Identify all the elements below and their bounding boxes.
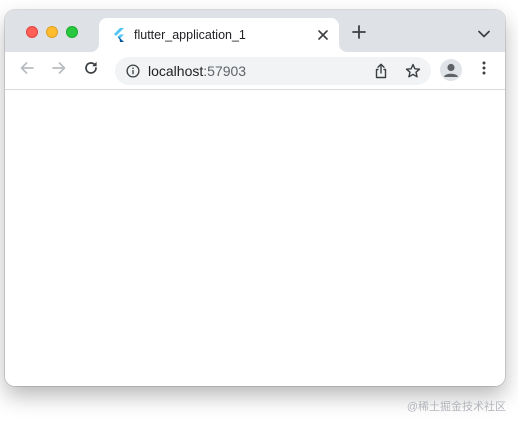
- window-minimize-button[interactable]: [46, 26, 58, 38]
- browser-toolbar: localhost:57903: [5, 52, 505, 90]
- star-icon[interactable]: [405, 63, 421, 79]
- tab-active[interactable]: flutter_application_1: [99, 18, 339, 52]
- address-bar[interactable]: localhost:57903: [115, 57, 431, 85]
- forward-button[interactable]: [49, 60, 69, 80]
- browser-menu-button[interactable]: [474, 60, 494, 80]
- chevron-down-icon: [478, 25, 490, 43]
- info-icon[interactable]: [126, 64, 140, 78]
- browser-window: flutter_application_1 localhost:57903: [5, 10, 505, 386]
- watermark: @稀土掘金技术社区: [406, 401, 506, 413]
- screenshot-stage: flutter_application_1 localhost:57903 @稀…: [0, 0, 518, 424]
- window-maximize-button[interactable]: [66, 26, 78, 38]
- reload-icon: [83, 60, 99, 81]
- tab-search-button[interactable]: [476, 27, 492, 41]
- page-content[interactable]: [5, 90, 505, 386]
- person-icon: [440, 63, 462, 81]
- reload-button[interactable]: [81, 60, 101, 80]
- kebab-menu-icon: [482, 60, 486, 81]
- url-host: localhost: [148, 63, 204, 79]
- back-button[interactable]: [17, 60, 37, 80]
- tab-title: flutter_application_1: [134, 28, 246, 42]
- url-port: :57903: [203, 63, 247, 79]
- arrow-left-icon: [19, 60, 35, 81]
- flutter-logo-icon: [113, 28, 125, 42]
- plus-icon: [352, 24, 366, 44]
- tab-strip: flutter_application_1: [5, 10, 505, 52]
- window-close-button[interactable]: [26, 26, 38, 38]
- share-icon[interactable]: [373, 63, 389, 79]
- url-text[interactable]: localhost:57903: [148, 63, 246, 79]
- tab-close-icon[interactable]: [315, 27, 331, 43]
- profile-avatar-button[interactable]: [440, 59, 462, 81]
- new-tab-button[interactable]: [350, 24, 368, 44]
- arrow-right-icon: [51, 60, 67, 81]
